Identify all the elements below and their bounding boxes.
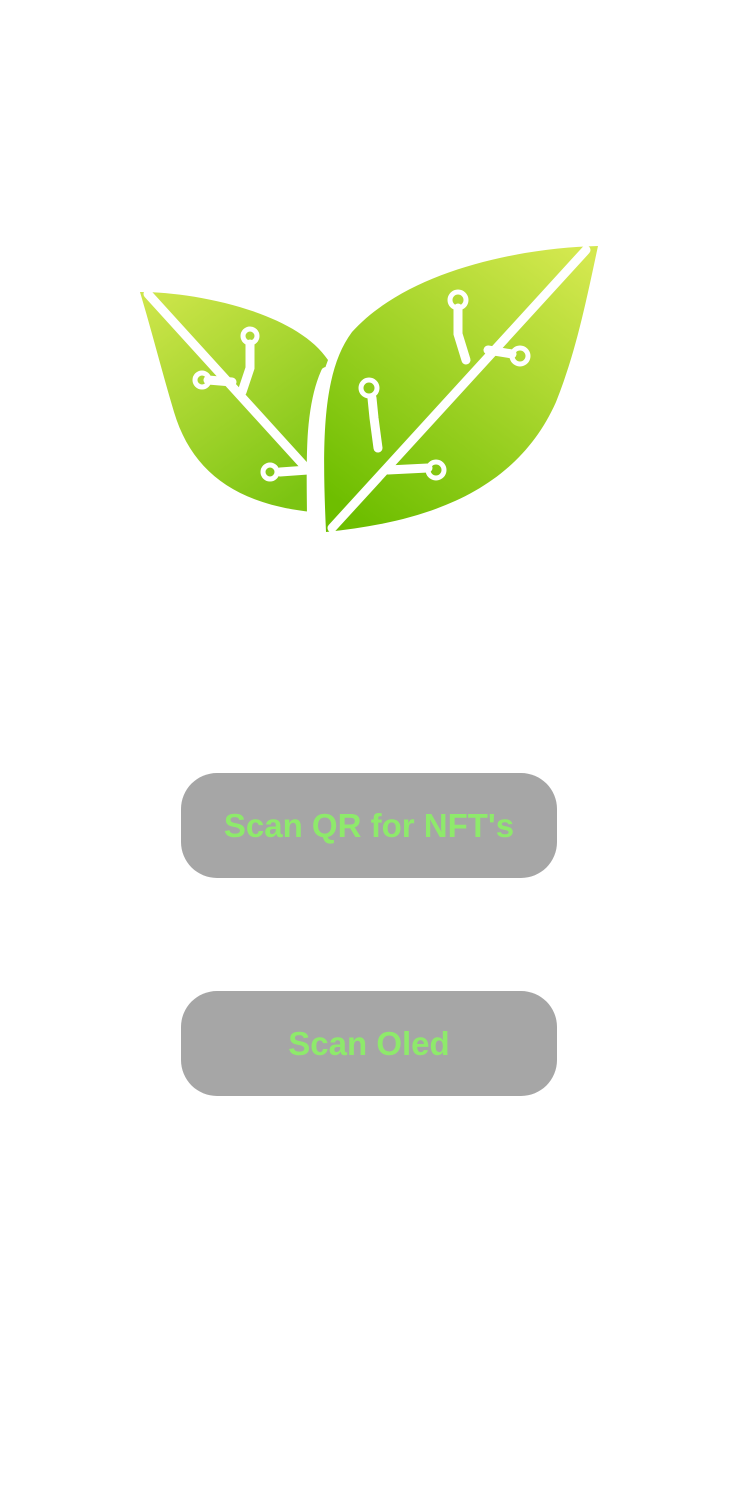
scan-oled-button[interactable]: Scan Oled — [181, 991, 557, 1096]
scan-qr-nft-button[interactable]: Scan QR for NFT's — [181, 773, 557, 878]
leaf-circuit-logo-icon — [136, 242, 602, 534]
left-leaf — [140, 292, 328, 512]
